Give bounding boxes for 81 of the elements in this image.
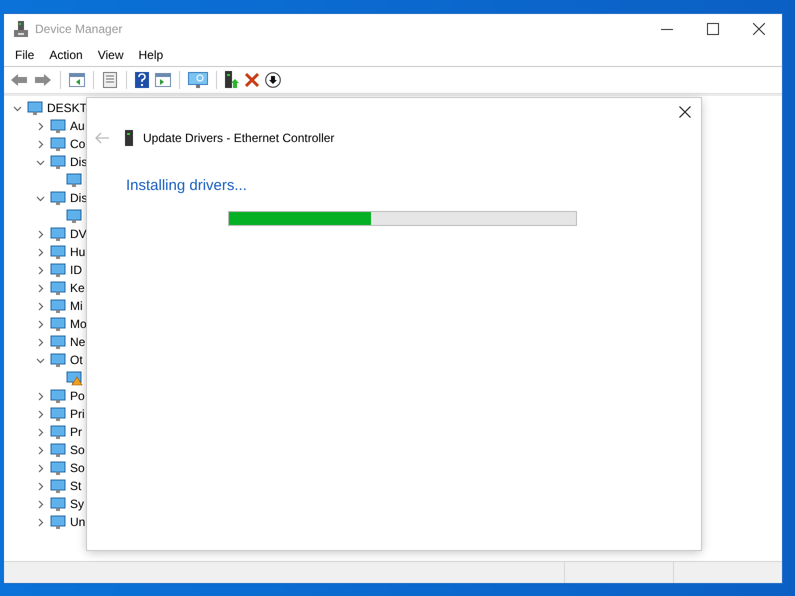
- device-icon: [50, 460, 67, 476]
- device-icon: [50, 334, 67, 350]
- status-heading: Installing drivers...: [126, 177, 248, 194]
- tree-item[interactable]: Au: [70, 119, 85, 133]
- tree-item[interactable]: So: [70, 443, 85, 457]
- device-icon: [50, 496, 67, 512]
- device-icon: [50, 424, 67, 440]
- chevron-icon[interactable]: [36, 284, 45, 292]
- device-icon: [50, 262, 67, 278]
- chevron-icon[interactable]: [36, 464, 45, 472]
- chevron-icon[interactable]: [36, 320, 45, 328]
- tree-item[interactable]: Pri: [70, 407, 85, 421]
- chevron-icon[interactable]: [36, 446, 45, 454]
- tree-item[interactable]: ID: [70, 263, 82, 277]
- chevron-icon[interactable]: [36, 410, 45, 418]
- tree-item[interactable]: Mo: [70, 317, 87, 331]
- chevron-icon[interactable]: [36, 122, 45, 130]
- chevron-icon[interactable]: [36, 428, 45, 436]
- update-driver-icon[interactable]: [223, 69, 241, 91]
- tree-item[interactable]: Po: [70, 389, 85, 403]
- tree-item[interactable]: So: [70, 461, 85, 475]
- device-icon: [50, 298, 67, 314]
- chevron-icon[interactable]: [36, 500, 45, 508]
- device-icon: [50, 190, 67, 206]
- chevron-icon[interactable]: [36, 158, 45, 166]
- menu-item[interactable]: Help: [132, 48, 172, 62]
- device-icon: [50, 136, 67, 152]
- device-icon: [125, 130, 133, 146]
- tree-item[interactable]: Pr: [70, 425, 82, 439]
- menu-item[interactable]: View: [90, 48, 132, 62]
- pane-icon[interactable]: [67, 71, 87, 89]
- tree-item[interactable]: Ne: [70, 335, 86, 349]
- chevron-icon[interactable]: [36, 392, 45, 400]
- chevron-icon[interactable]: [36, 338, 45, 346]
- menu-item[interactable]: Action: [42, 48, 91, 62]
- device-icon: [50, 118, 67, 134]
- pane-icon[interactable]: [153, 71, 173, 89]
- chevron-icon[interactable]: [36, 266, 45, 274]
- device-icon: [50, 388, 67, 404]
- device-icon: [50, 514, 67, 530]
- device-icon: [50, 478, 67, 494]
- chevron-icon[interactable]: [36, 140, 45, 148]
- device-icon: [27, 100, 44, 116]
- chevron-icon[interactable]: [36, 518, 45, 526]
- device-icon: [50, 226, 67, 242]
- chevron-icon[interactable]: [36, 482, 45, 490]
- properties-icon[interactable]: [100, 70, 120, 90]
- chevron-icon[interactable]: [13, 104, 22, 112]
- tree-item[interactable]: Ot: [70, 353, 83, 367]
- device-icon: [14, 21, 28, 37]
- chevron-icon[interactable]: [36, 356, 45, 364]
- uninstall-icon[interactable]: [243, 71, 261, 89]
- tree-item[interactable]: Un: [70, 515, 86, 529]
- tree-item[interactable]: Co: [70, 137, 86, 151]
- chevron-icon[interactable]: [36, 248, 45, 256]
- close-button[interactable]: [679, 106, 691, 118]
- help-icon[interactable]: [133, 70, 151, 90]
- tree-item[interactable]: Ke: [70, 281, 85, 295]
- disable-icon[interactable]: [263, 70, 283, 90]
- device-icon: [50, 154, 67, 170]
- window-title: Device Manager: [35, 22, 122, 36]
- device-icon: [50, 352, 67, 368]
- tree-item[interactable]: Hu: [70, 245, 86, 259]
- device-icon: [50, 316, 67, 332]
- tree-item[interactable]: Sy: [70, 497, 84, 511]
- monitor-icon[interactable]: [186, 70, 210, 90]
- device-icon: [50, 280, 67, 296]
- tree-item[interactable]: DV: [70, 227, 87, 241]
- chevron-icon[interactable]: [36, 302, 45, 310]
- tree-item[interactable]: St: [70, 479, 82, 493]
- device-icon: [50, 442, 67, 458]
- menu-item[interactable]: File: [8, 48, 42, 62]
- dialog-title: Update Drivers - Ethernet Controller: [143, 131, 334, 145]
- tree-item[interactable]: DESKT: [47, 101, 88, 115]
- chevron-icon[interactable]: [36, 194, 45, 202]
- close-icon: [753, 23, 765, 35]
- device-icon: [50, 244, 67, 260]
- device-icon: [50, 406, 67, 422]
- tree-item[interactable]: Mi: [70, 299, 83, 313]
- chevron-icon[interactable]: [36, 230, 45, 238]
- maximize-icon: [707, 23, 719, 35]
